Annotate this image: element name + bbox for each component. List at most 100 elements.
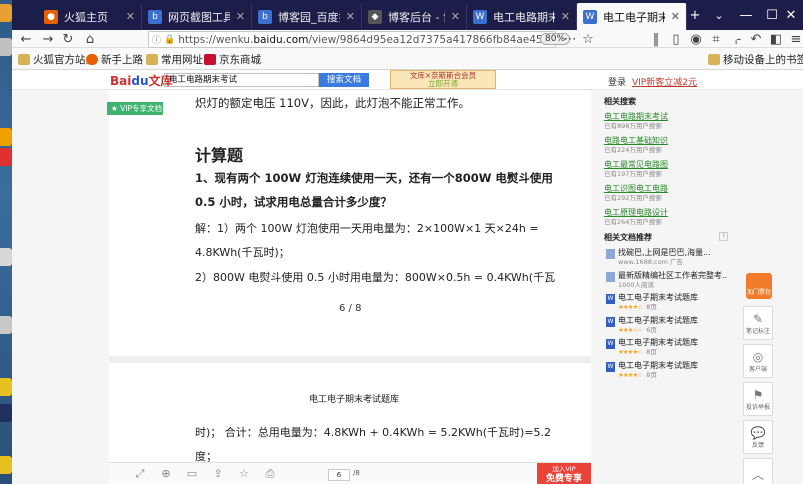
related-search-link[interactable]: 电工识图电工电路 bbox=[604, 184, 728, 194]
help-icon[interactable]: ? bbox=[718, 232, 728, 241]
info-icon[interactable]: ⓘ bbox=[152, 33, 161, 46]
recommended-doc-item[interactable]: W 电工电子期末考试题库 ★★★★☆ 8页 bbox=[604, 338, 728, 361]
related-search-item[interactable]: 电工电路期末考试 已有898万用户搜索 bbox=[604, 112, 728, 131]
screenshot-icon[interactable]: ⌗ bbox=[708, 31, 724, 47]
desktop-app-icon[interactable] bbox=[0, 248, 12, 266]
tab-circuit-exam[interactable]: W 电工电路期末考试_百 ✕ bbox=[467, 3, 577, 30]
folder-icon bbox=[708, 54, 720, 65]
red-packet-button[interactable]: 加门票包 bbox=[746, 273, 772, 299]
recommended-doc-item[interactable]: W 电工电子期末考试题库 ★★★★☆ 8页 bbox=[604, 361, 728, 384]
doc-title[interactable]: 最新版精编社区工作者完整考... bbox=[618, 271, 728, 281]
doc-meta: ★★★★☆ 8页 bbox=[618, 348, 728, 357]
url-bar[interactable]: ⓘ 🔒 https://wenku. baidu.com/view/9864d95… bbox=[148, 31, 556, 48]
doc-line: 炽灯的额定电压 110V，因此，此灯泡不能正常工作。 bbox=[195, 96, 470, 110]
crop-icon[interactable]: ⌌ bbox=[728, 31, 744, 47]
vip-small-label: 加入VIP bbox=[552, 465, 576, 473]
related-search-link[interactable]: 电工最常见电路图 bbox=[604, 160, 728, 170]
forward-arrow-icon[interactable]: → bbox=[40, 31, 56, 47]
login-link[interactable]: 登录 bbox=[608, 75, 626, 88]
tab-cnblogs-search[interactable]: b 博客园_百度搜索 ✕ bbox=[252, 3, 362, 30]
fullscreen-icon[interactable]: ⤢ bbox=[133, 467, 147, 481]
join-vip-button[interactable]: 加入VIP 免费专享 bbox=[537, 463, 591, 484]
tab-blog-admin[interactable]: ◆ 博客后台 - 博客园 ✕ bbox=[362, 3, 467, 30]
tab-electronics-exam[interactable]: W 电工电子期末考试题 ✕ bbox=[577, 3, 687, 30]
reload-icon[interactable]: ↻ bbox=[60, 31, 76, 47]
promo-banner[interactable]: 文库×奈斯斯合会员 立即开通 bbox=[390, 70, 496, 89]
bookmark-item[interactable]: 新手上路 bbox=[86, 52, 143, 67]
new-tab-button[interactable]: + bbox=[684, 0, 706, 30]
image-doc-icon bbox=[606, 271, 615, 282]
wenku-icon: W bbox=[473, 9, 487, 24]
recommended-docs-title: 相关文档推荐 ? bbox=[604, 232, 728, 243]
desktop-app-icon[interactable] bbox=[0, 128, 12, 146]
close-icon[interactable]: ✕ bbox=[126, 10, 135, 23]
recommended-doc-item[interactable]: 最新版精编社区工作者完整考... 1000人阅读 bbox=[604, 271, 728, 294]
extension-icon[interactable]: ◧ bbox=[768, 31, 784, 47]
comment-icon[interactable]: ▭ bbox=[185, 467, 199, 481]
desktop-app-icon[interactable] bbox=[0, 404, 12, 422]
share-icon[interactable]: ⇪ bbox=[211, 467, 225, 481]
related-search-link[interactable]: 电工电路期末考试 bbox=[604, 112, 728, 122]
related-search-item[interactable]: 电路电工基础知识 已有224万用户搜索 bbox=[604, 136, 728, 155]
bookmark-item[interactable]: 火狐官方站点 bbox=[18, 52, 96, 67]
tab-screenshot-search[interactable]: b 网页截图工具_百度搜 ✕ bbox=[142, 3, 252, 30]
back-arrow-icon[interactable]: ← bbox=[18, 31, 34, 47]
recommended-doc-item[interactable]: 找碗巴,上网是巴巴,海量... www.1688.com 广告 bbox=[604, 248, 728, 271]
desktop-app-icon[interactable] bbox=[0, 316, 12, 334]
doc-search-button[interactable]: 搜索文档 bbox=[319, 73, 369, 87]
word-doc-icon: W bbox=[606, 361, 615, 372]
rating-stars: ★★★★☆ bbox=[618, 303, 643, 311]
page-number-input[interactable]: 6 bbox=[328, 469, 350, 481]
library-icon[interactable]: ‖ bbox=[648, 31, 664, 47]
undo-icon[interactable]: ↶ bbox=[748, 31, 764, 47]
doc-meta: ★★★★☆ 8页 bbox=[618, 303, 728, 312]
feedback-button[interactable]: 💬 反馈 bbox=[743, 420, 773, 454]
desktop-app-icon[interactable] bbox=[0, 4, 12, 22]
bookmark-item[interactable]: 常用网址 bbox=[146, 52, 203, 67]
bookmark-star-icon[interactable]: ☆ bbox=[580, 31, 596, 47]
favorite-star-icon[interactable]: ☆ bbox=[237, 467, 251, 481]
doc-title[interactable]: 电工电子期末考试题库 bbox=[618, 338, 728, 348]
desktop-app-icon[interactable] bbox=[0, 148, 12, 166]
related-search-item[interactable]: 电工最常见电路图 已有197万用户搜索 bbox=[604, 160, 728, 179]
doc-title[interactable]: 电工电子期末考试题库 bbox=[618, 316, 728, 326]
close-icon[interactable]: ✕ bbox=[561, 10, 570, 23]
close-window-button[interactable]: ✕ bbox=[779, 0, 803, 30]
doc-title[interactable]: 电工电子期末考试题库 bbox=[618, 361, 728, 371]
doc-title[interactable]: 找碗巴,上网是巴巴,海量... bbox=[618, 248, 728, 258]
recommended-doc-item[interactable]: W 电工电子期末考试题库 ★★★☆☆ 6页 bbox=[604, 316, 728, 339]
tab-firefox-home[interactable]: ● 火狐主页 ✕ bbox=[38, 3, 142, 30]
recommended-doc-item[interactable]: W 电工电子期末考试题库 ★★★★☆ 8页 bbox=[604, 293, 728, 316]
close-icon[interactable]: ✕ bbox=[671, 10, 680, 23]
menu-icon[interactable]: ≡ bbox=[788, 31, 803, 47]
related-search-link[interactable]: 电路电工基础知识 bbox=[604, 136, 728, 146]
bookmark-item[interactable]: 京东商城 bbox=[204, 52, 261, 67]
vip-discount-link[interactable]: VIP新客立减2元 bbox=[632, 75, 697, 88]
notes-button[interactable]: ✎ 笔记标注 bbox=[743, 306, 773, 340]
back-to-top-button[interactable]: ︿ bbox=[743, 458, 773, 484]
related-search-item[interactable]: 电工原理电路设计 已有264万用户搜索 bbox=[604, 208, 728, 227]
doc-title[interactable]: 电工电子期末考试题库 bbox=[618, 293, 728, 303]
doc-search-input[interactable]: 电工电路期末考试 bbox=[164, 73, 319, 87]
print-icon[interactable]: ⎙ bbox=[263, 467, 277, 481]
close-icon[interactable]: ✕ bbox=[236, 10, 245, 23]
sidebar-icon[interactable]: ▯ bbox=[668, 31, 684, 47]
close-icon[interactable]: ✕ bbox=[451, 10, 460, 23]
desktop-app-icon[interactable] bbox=[0, 456, 12, 474]
bookmark-item[interactable]: 移动设备上的书签 bbox=[708, 52, 803, 67]
page-indicator: 6 / 8 bbox=[339, 303, 362, 314]
related-search-item[interactable]: 电工识图电工电路 已有292万用户搜索 bbox=[604, 184, 728, 203]
close-icon[interactable]: ✕ bbox=[346, 10, 355, 23]
home-icon[interactable]: ⌂ bbox=[82, 31, 98, 47]
related-search-count: 已有264万用户搜索 bbox=[604, 218, 662, 226]
desktop-app-icon[interactable] bbox=[0, 378, 12, 396]
desktop-app-icon[interactable] bbox=[0, 38, 12, 56]
report-button[interactable]: ⚑ 投诉举报 bbox=[743, 382, 773, 416]
tab-list-chevron-icon[interactable]: ⌄ bbox=[708, 0, 730, 30]
paw-icon: b bbox=[258, 9, 272, 24]
zoom-in-icon[interactable]: ⊕ bbox=[159, 467, 173, 481]
page-actions-icon[interactable]: ⋯ bbox=[562, 31, 578, 47]
client-app-button[interactable]: ◎ 客户端 bbox=[743, 344, 773, 378]
account-icon[interactable]: ◉ bbox=[688, 31, 704, 47]
related-search-link[interactable]: 电工原理电路设计 bbox=[604, 208, 728, 218]
